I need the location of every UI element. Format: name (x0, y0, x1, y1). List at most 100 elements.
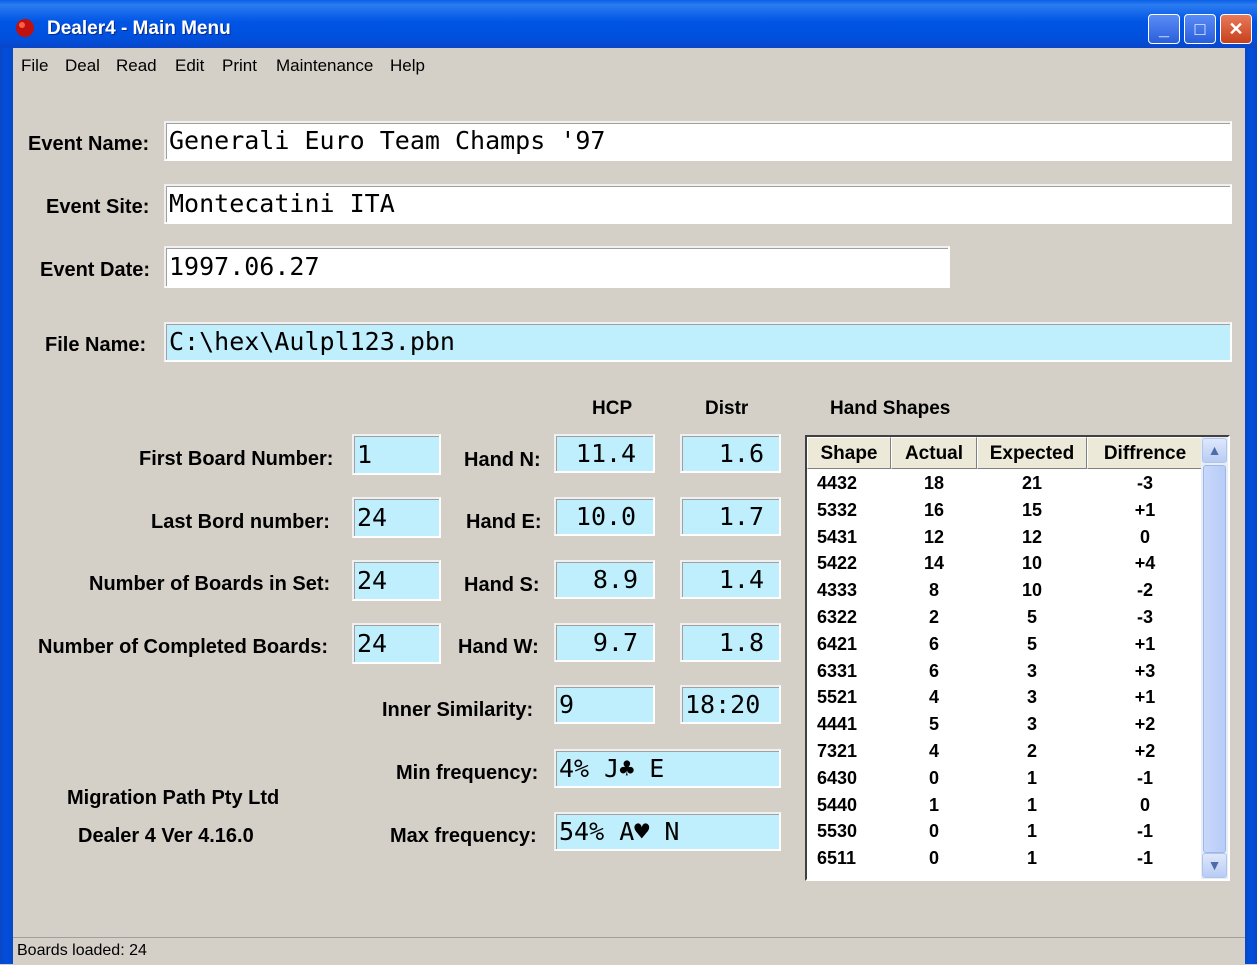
list-item[interactable]: 6430 0 1 -1 (807, 766, 1203, 793)
list-item[interactable]: 6421 6 5 +1 (807, 632, 1203, 659)
hand-n-distr[interactable]: 1.6 (680, 434, 781, 473)
hand-e-hcp[interactable]: 10.0 (554, 497, 655, 536)
shape-cell: 5521 (817, 687, 858, 708)
expected-cell: 1 (1026, 848, 1037, 869)
list-item[interactable]: 5431 12 12 0 (807, 525, 1203, 552)
event-name-label: Event Name: (28, 133, 150, 155)
list-item[interactable]: 4441 5 3 +2 (807, 712, 1203, 739)
col-actual[interactable]: Actual (891, 437, 977, 469)
menu-read[interactable]: Read (116, 56, 157, 76)
expected-cell: 21 (1021, 473, 1043, 493)
completed-boards-label: Number of Completed Boards: (38, 636, 329, 658)
completed-boards-field[interactable]: 24 (352, 623, 441, 664)
list-item[interactable]: 6322 2 5 -3 (807, 605, 1203, 632)
inner-similarity-label: Inner Similarity: (382, 699, 534, 721)
expected-cell: 1 (1026, 794, 1037, 815)
list-item[interactable]: 6511 0 1 -1 (807, 846, 1203, 873)
shape-cell: 6430 (817, 767, 858, 788)
diffrence-cell: -1 (1136, 821, 1153, 842)
actual-cell: 1 (928, 794, 939, 815)
shape-cell: 6421 (817, 633, 858, 654)
hand-w-distr[interactable]: 1.8 (680, 623, 781, 662)
minimize-button[interactable]: _ (1148, 14, 1180, 44)
shape-cell: 6322 (817, 607, 858, 627)
close-button[interactable]: ✕ (1220, 14, 1252, 44)
event-name-field[interactable]: Generali Euro Team Champs '97 (164, 121, 1232, 161)
event-site-field[interactable]: Montecatini ITA (164, 184, 1232, 224)
scroll-down-icon[interactable]: ▼ (1202, 853, 1227, 878)
list-item[interactable]: 5422 14 10 +4 (807, 551, 1203, 578)
actual-cell: 6 (928, 660, 939, 681)
diffrence-cell: +1 (1134, 687, 1156, 708)
file-name-label: File Name: (45, 334, 147, 356)
first-board-label: First Board Number: (139, 448, 334, 470)
shape-cell: 4432 (817, 473, 858, 493)
boards-in-set-label: Number of Boards in Set: (89, 573, 331, 595)
shape-cell: 7321 (817, 741, 858, 761)
left-frame (0, 48, 13, 964)
list-item[interactable]: 5440 1 1 0 (807, 793, 1203, 820)
expected-cell: 5 (1026, 633, 1037, 654)
hcp-header: HCP (592, 398, 633, 419)
first-board-field[interactable]: 1 (352, 434, 441, 475)
menu-maintenance[interactable]: Maintenance (276, 56, 373, 76)
min-frequency-field[interactable]: 4% J♣ E (554, 749, 781, 788)
list-item[interactable]: 4333 8 10 -2 (807, 578, 1203, 605)
hand-n-hcp[interactable]: 11.4 (554, 434, 655, 473)
list-item[interactable]: 5332 16 15 +1 (807, 498, 1203, 525)
actual-cell: 12 (923, 526, 945, 547)
event-site-label: Event Site: (46, 196, 150, 218)
menu-print[interactable]: Print (222, 56, 257, 76)
event-date-label: Event Date: (40, 259, 151, 281)
last-board-field[interactable]: 24 (352, 497, 441, 538)
diffrence-cell: -1 (1136, 767, 1153, 788)
diffrence-cell: +4 (1134, 553, 1156, 574)
hand-s-hcp[interactable]: 8.9 (554, 560, 655, 599)
list-item[interactable]: 5521 4 3 +1 (807, 685, 1203, 712)
last-board-label: Last Bord number: (151, 511, 330, 533)
diffrence-cell: -1 (1136, 848, 1153, 869)
boards-in-set-field[interactable]: 24 (352, 560, 441, 601)
scroll-up-icon[interactable]: ▲ (1202, 438, 1227, 463)
hand-shapes-title: Hand Shapes (830, 398, 951, 419)
inner-similarity-ratio[interactable]: 18:20 (680, 685, 781, 724)
list-item[interactable]: 5530 0 1 -1 (807, 819, 1203, 846)
hand-shapes-list[interactable]: Shape Actual Expected Diffrence 4432 18 21… (805, 435, 1230, 881)
col-diffrence[interactable]: Diffrence (1087, 437, 1203, 469)
diffrence-cell: +2 (1134, 714, 1156, 735)
shape-cell: 5440 (817, 794, 858, 815)
inner-similarity-field[interactable]: 9 (554, 685, 655, 724)
diffrence-cell: +2 (1134, 741, 1156, 761)
actual-cell: 4 (928, 687, 939, 708)
status-bar: Boards loaded: 24 (13, 937, 1245, 965)
menu-help[interactable]: Help (390, 56, 425, 76)
col-expected[interactable]: Expected (977, 437, 1087, 469)
diffrence-cell: 0 (1139, 526, 1150, 547)
hand-w-hcp[interactable]: 9.7 (554, 623, 655, 662)
expected-cell: 15 (1021, 499, 1043, 520)
col-shape[interactable]: Shape (807, 437, 891, 469)
actual-cell: 4 (928, 741, 939, 761)
menu-deal[interactable]: Deal (65, 56, 100, 76)
diffrence-cell: 0 (1139, 794, 1150, 815)
menu-file[interactable]: File (21, 56, 48, 76)
file-name-field[interactable]: C:\hex\Aulpl123.pbn (164, 322, 1232, 362)
title-bar[interactable]: Dealer4 - Main Menu _ □ ✕ (0, 0, 1257, 48)
hand-e-distr[interactable]: 1.7 (680, 497, 781, 536)
hand-e-label: Hand E: (466, 511, 542, 533)
list-item[interactable]: 6331 6 3 +3 (807, 659, 1203, 686)
list-item[interactable]: 7321 4 2 +2 (807, 739, 1203, 766)
scroll-thumb[interactable] (1203, 465, 1226, 853)
shape-cell: 6511 (817, 848, 857, 869)
version-label: Dealer 4 Ver 4.16.0 (78, 825, 254, 847)
list-item[interactable]: 4432 18 21 -3 (807, 471, 1203, 498)
vertical-scrollbar[interactable]: ▲ ▼ (1201, 437, 1228, 879)
expected-cell: 1 (1026, 767, 1037, 788)
max-frequency-field[interactable]: 54% A♥ N (554, 812, 781, 851)
expected-cell: 1 (1026, 821, 1037, 842)
menu-edit[interactable]: Edit (175, 56, 204, 76)
window-title: Dealer4 - Main Menu (47, 18, 231, 39)
hand-s-distr[interactable]: 1.4 (680, 560, 781, 599)
event-date-field[interactable]: 1997.06.27 (164, 246, 950, 288)
maximize-button[interactable]: □ (1184, 14, 1216, 44)
